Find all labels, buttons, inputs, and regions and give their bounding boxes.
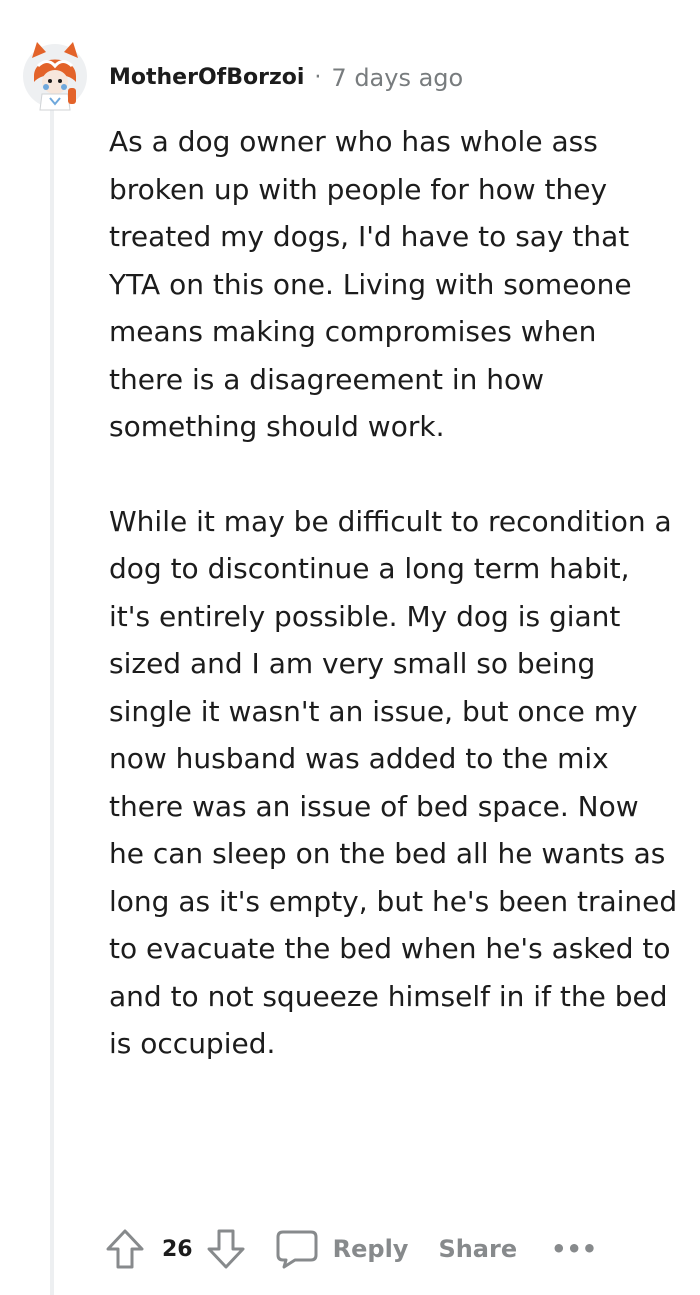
meta-separator: · [314, 65, 322, 90]
reply-label: Reply [332, 1235, 409, 1263]
upvote-arrow-icon[interactable] [104, 1227, 146, 1271]
comment-paragraph-2: While it may be difficult to recondition… [109, 504, 678, 1061]
vote-score: 26 [162, 1236, 193, 1262]
share-label: Share [438, 1235, 518, 1263]
comment-body: As a dog owner who has whole ass broken … [109, 118, 679, 1068]
downvote-arrow-icon[interactable] [205, 1227, 247, 1271]
timestamp[interactable]: 7 days ago [331, 62, 463, 94]
reply-button[interactable]: Reply [275, 1229, 409, 1269]
username[interactable]: MotherOfBorzoi [109, 62, 304, 94]
avatar[interactable] [22, 36, 88, 112]
more-options-button[interactable]: ••• [551, 1235, 597, 1263]
comment-paragraph-1: As a dog owner who has whole ass broken … [109, 125, 632, 443]
more-options-icon: ••• [551, 1235, 598, 1263]
comment-actions: 26 Reply Share ••• [104, 1224, 597, 1274]
speech-bubble-icon [276, 1230, 318, 1269]
share-button[interactable]: Share [438, 1235, 517, 1263]
comment-meta: MotherOfBorzoi · 7 days ago [109, 62, 463, 94]
thread-line[interactable] [50, 102, 54, 1295]
